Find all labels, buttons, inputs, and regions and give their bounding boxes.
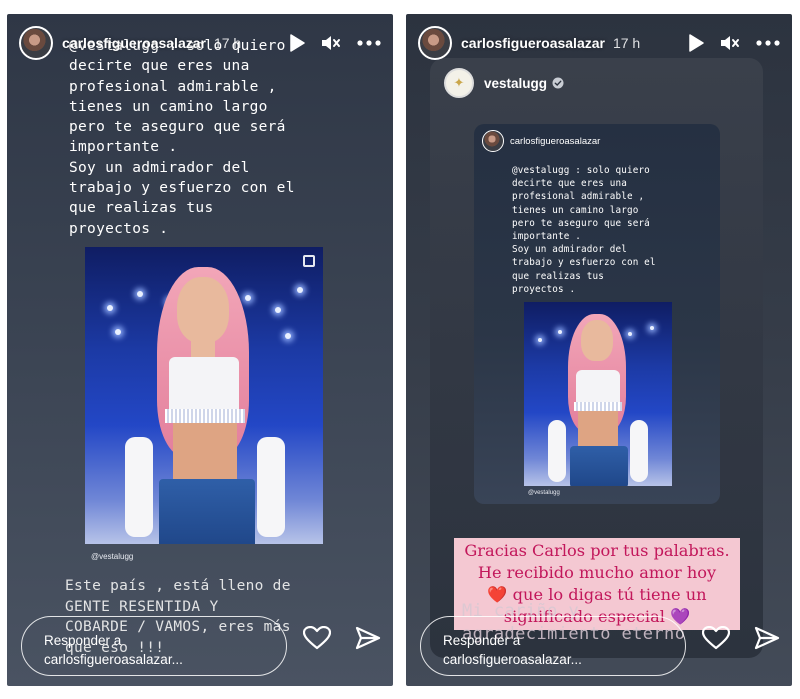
more-icon[interactable] bbox=[357, 40, 381, 46]
play-icon[interactable] bbox=[289, 34, 305, 52]
play-icon[interactable] bbox=[688, 34, 704, 52]
reply-line-2: He recibido mucho amor hoy bbox=[477, 563, 717, 582]
multi-photo-icon bbox=[303, 255, 315, 267]
post-time: 17 h bbox=[213, 35, 242, 51]
shared-account-avatar[interactable]: ✦ bbox=[444, 68, 474, 98]
send-icon[interactable] bbox=[355, 626, 381, 650]
heart-icon[interactable] bbox=[702, 626, 730, 650]
mute-icon[interactable] bbox=[321, 34, 341, 52]
shared-account-name[interactable]: vestalugg bbox=[484, 76, 547, 91]
story-right[interactable]: ✦ vestalugg carlosfigueroasalazar @vesta… bbox=[406, 14, 792, 686]
inner-photo bbox=[524, 302, 672, 486]
post-time: 17 h bbox=[612, 35, 641, 51]
reply-input[interactable]: Responder a carlosfigueroasalazar... bbox=[420, 616, 686, 676]
inner-message: @vestalugg : solo quiero decirte que ere… bbox=[512, 165, 656, 295]
story-photo bbox=[85, 247, 323, 544]
story-header: carlosfigueroasalazar 17 h bbox=[418, 26, 780, 60]
story-left[interactable]: @vestalugg : solo quiero decirte que ere… bbox=[7, 14, 393, 686]
story-header: carlosfigueroasalazar 17 h bbox=[19, 26, 381, 60]
inner-username: carlosfigueroasalazar bbox=[510, 135, 601, 147]
photo-credit: @vestalugg bbox=[91, 552, 134, 561]
username[interactable]: carlosfigueroasalazar bbox=[62, 35, 206, 51]
mute-icon[interactable] bbox=[720, 34, 740, 52]
heart-icon[interactable] bbox=[303, 626, 331, 650]
reply-placeholder-line2: carlosfigueroasalazar... bbox=[443, 652, 582, 667]
reply-placeholder-line2: carlosfigueroasalazar... bbox=[44, 652, 183, 667]
inner-photo-credit: @vestalugg bbox=[528, 490, 560, 496]
shared-story-card[interactable]: ✦ vestalugg carlosfigueroasalazar @vesta… bbox=[430, 58, 763, 658]
reply-input[interactable]: Responder a carlosfigueroasalazar... bbox=[21, 616, 287, 676]
verified-badge-icon bbox=[552, 77, 564, 89]
send-icon[interactable] bbox=[754, 626, 780, 650]
username[interactable]: carlosfigueroasalazar bbox=[461, 35, 605, 51]
story-message: @vestalugg : solo quiero decirte que ere… bbox=[69, 38, 295, 237]
reply-placeholder-line1: Responder a bbox=[443, 633, 521, 648]
inner-avatar bbox=[482, 130, 504, 152]
embedded-story[interactable]: carlosfigueroasalazar @vestalugg : solo … bbox=[474, 124, 720, 504]
avatar[interactable] bbox=[19, 26, 53, 60]
avatar[interactable] bbox=[418, 26, 452, 60]
reply-placeholder-line1: Responder a bbox=[44, 633, 122, 648]
more-icon[interactable] bbox=[756, 40, 780, 46]
reply-line-1: Gracias Carlos por tus palabras. bbox=[464, 541, 730, 560]
